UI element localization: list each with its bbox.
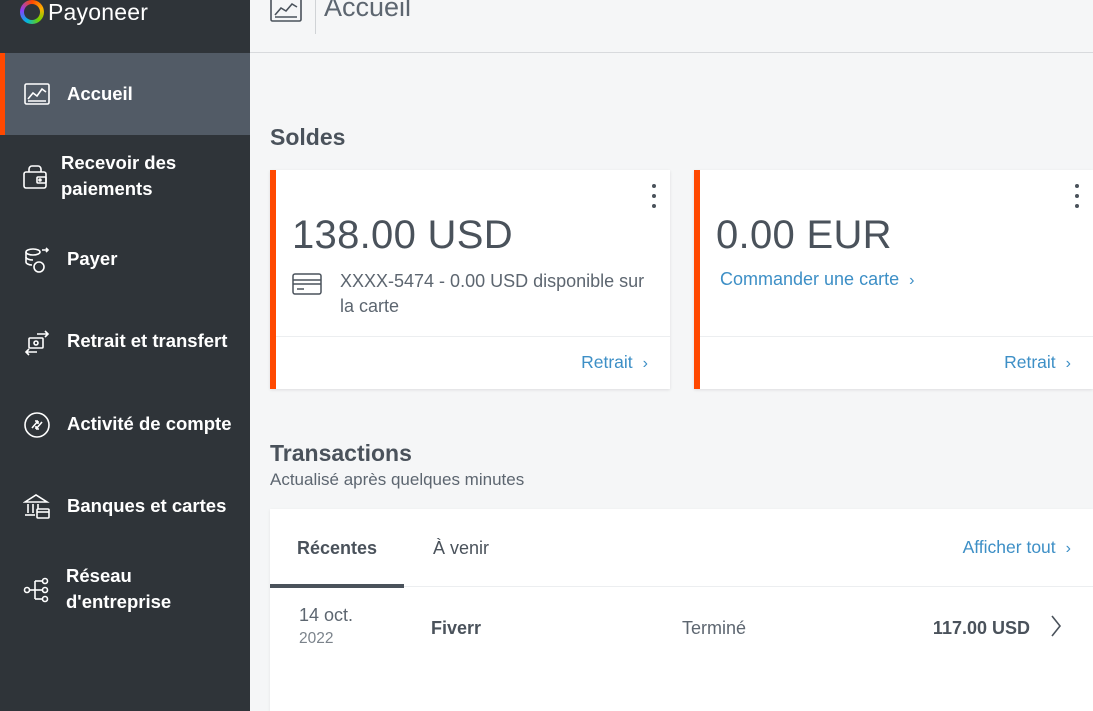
chevron-right-icon: › bbox=[1065, 540, 1071, 557]
sidebar-item-label: Payer bbox=[67, 248, 118, 269]
sidebar-item-label: Banques et cartes bbox=[67, 495, 227, 516]
transaction-year: 2022 bbox=[299, 630, 334, 647]
show-all-label: Afficher tout bbox=[962, 537, 1056, 557]
balance-amount: 0.00 EUR bbox=[716, 213, 892, 257]
withdraw-label: Retrait bbox=[581, 352, 633, 372]
card-info-text: XXXX-5474 - 0.00 USD disponible sur la c… bbox=[340, 271, 645, 316]
payoneer-logo[interactable]: Payoneer bbox=[20, 0, 148, 30]
sidebar-item-label: Réseau d'entreprise bbox=[66, 565, 172, 612]
logo-text: Payoneer bbox=[48, 0, 149, 25]
chart-icon bbox=[22, 79, 52, 109]
page-title: Accueil bbox=[324, 0, 412, 22]
transaction-name: Fiverr bbox=[431, 618, 482, 638]
show-all-link[interactable]: Afficher tout › bbox=[963, 537, 1071, 558]
transaction-amount: 117.00 USD bbox=[932, 618, 1030, 638]
order-card-label: Commander une carte bbox=[720, 269, 900, 289]
coins-icon bbox=[22, 245, 52, 275]
logo-ring-icon bbox=[20, 0, 44, 24]
network-icon bbox=[22, 575, 52, 605]
more-options-icon[interactable] bbox=[650, 184, 658, 208]
card-footer: Retrait › bbox=[276, 336, 670, 389]
sidebar-item-banques-cartes[interactable]: Banques et cartes bbox=[0, 465, 250, 547]
transaction-date: 14 oct. bbox=[299, 605, 354, 625]
sidebar-item-activite-compte[interactable]: Activité de compte bbox=[0, 383, 250, 465]
chevron-right-icon bbox=[1051, 615, 1062, 637]
wallet-icon bbox=[20, 162, 50, 192]
sidebar-item-retrait-transfert[interactable]: Retrait et transfert bbox=[0, 301, 250, 383]
header-divider bbox=[315, 0, 316, 34]
withdraw-link[interactable]: Retrait › bbox=[1004, 352, 1071, 373]
sidebar: Payoneer Accueil Recevoir des paiements bbox=[0, 0, 250, 711]
card-info: XXXX-5474 - 0.00 USD disponible sur la c… bbox=[292, 269, 660, 319]
order-card-link[interactable]: Commander une carte › bbox=[720, 269, 914, 290]
chart-icon bbox=[270, 0, 302, 22]
transactions-title: Transactions bbox=[270, 440, 412, 466]
balance-amount: 138.00 USD bbox=[292, 213, 513, 257]
balances-title: Soldes bbox=[270, 124, 346, 150]
transactions-tabs: Récentes À venir Afficher tout › bbox=[270, 509, 1093, 588]
credit-card-icon bbox=[292, 273, 322, 295]
sidebar-item-accueil[interactable]: Accueil bbox=[0, 53, 250, 135]
table-row[interactable]: 14 oct. 2022 Fiverr Terminé 117.00 USD bbox=[270, 599, 1093, 649]
more-options-icon[interactable] bbox=[1073, 184, 1081, 208]
chevron-right-icon: › bbox=[642, 355, 648, 372]
transfer-icon bbox=[22, 328, 52, 358]
balance-card-eur: 0.00 EUR Commander une carte › Retrait › bbox=[694, 170, 1093, 389]
balance-card-usd: 138.00 USD XXXX-5474 - 0.00 USD disponib… bbox=[270, 170, 670, 389]
sidebar-item-label: Activité de compte bbox=[67, 413, 232, 434]
sidebar-item-payer[interactable]: Payer bbox=[0, 219, 250, 301]
transactions-subtitle: Actualisé après quelques minutes bbox=[270, 470, 525, 489]
chevron-right-icon: › bbox=[1065, 355, 1071, 372]
sidebar-item-label: Recevoir des paiements bbox=[61, 152, 177, 199]
transaction-status: Terminé bbox=[682, 618, 747, 638]
activity-icon bbox=[22, 410, 52, 440]
withdraw-link[interactable]: Retrait › bbox=[581, 352, 648, 373]
sidebar-item-label: Retrait et transfert bbox=[67, 330, 228, 351]
tab-recentes[interactable]: Récentes bbox=[270, 509, 404, 588]
card-footer: Retrait › bbox=[700, 336, 1093, 389]
transactions-panel: Récentes À venir Afficher tout › 14 oct. … bbox=[270, 509, 1093, 711]
sidebar-item-label: Accueil bbox=[67, 83, 133, 104]
withdraw-label: Retrait bbox=[1004, 352, 1056, 372]
sidebar-item-reseau-entreprise[interactable]: Réseau d'entreprise bbox=[0, 547, 250, 631]
chevron-right-icon: › bbox=[909, 272, 915, 289]
bank-icon bbox=[22, 491, 52, 521]
tab-a-venir[interactable]: À venir bbox=[404, 509, 518, 587]
page-header: Accueil bbox=[250, 0, 1093, 53]
sidebar-item-recevoir-paiements[interactable]: Recevoir des paiements bbox=[0, 135, 250, 219]
